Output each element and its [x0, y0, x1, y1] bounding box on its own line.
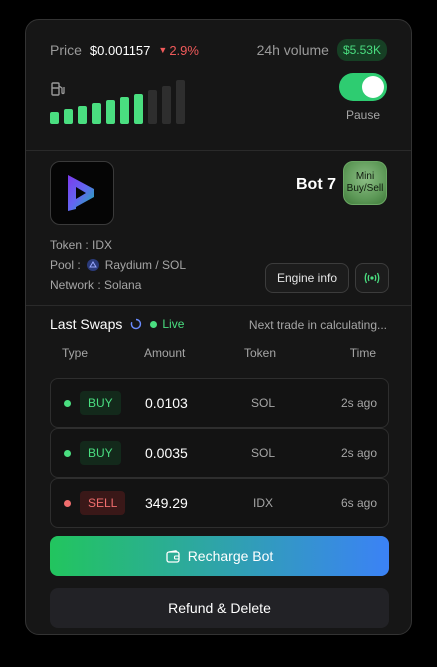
pool-value: Raydium / SOL [104, 258, 187, 272]
gas-level-bar [92, 103, 101, 124]
engine-info-button[interactable]: Engine info [265, 263, 349, 293]
live-indicator: Live [150, 317, 184, 331]
pause-label: Pause [345, 108, 381, 122]
pause-toggle[interactable] [339, 73, 387, 101]
pool-label: Pool : [50, 258, 81, 272]
toggle-knob [362, 76, 384, 98]
swap-token: SOL [250, 446, 275, 460]
status-dot [64, 450, 71, 457]
swap-time: 2s ago [340, 396, 377, 410]
gas-level-bar [148, 90, 157, 124]
gas-level-bars [50, 80, 200, 124]
divider [26, 305, 411, 306]
swap-time: 6s ago [340, 496, 377, 510]
gas-level-bar [78, 106, 87, 124]
status-dot [64, 400, 71, 407]
token-line: Token : IDX [50, 238, 113, 252]
token-logo [50, 161, 114, 225]
refund-delete-button[interactable]: Refund & Delete [50, 588, 389, 628]
swap-token: IDX [252, 496, 273, 510]
price-change-value: 2.9% [169, 42, 199, 58]
swap-amount: 0.0103 [145, 395, 188, 411]
swap-token: SOL [250, 396, 275, 410]
divider [26, 150, 411, 151]
gas-level-bar [134, 94, 143, 124]
live-label: Live [162, 317, 185, 331]
price-change: ▼ 2.9% [158, 43, 199, 58]
volume-group: 24h volume $5.53K [257, 39, 387, 61]
dexter-logo [68, 175, 94, 211]
price-label: Price [50, 42, 82, 58]
signal-button[interactable] [355, 263, 389, 293]
broadcast-icon [364, 272, 380, 284]
swap-type-badge: SELL [80, 491, 126, 515]
recharge-bot-button[interactable]: Recharge Bot [50, 536, 389, 576]
swap-type-badge: BUY [80, 391, 121, 415]
swaps-title: Last Swaps [50, 316, 123, 332]
column-header-type: Type [62, 346, 89, 360]
recharge-label: Recharge Bot [187, 548, 274, 564]
gas-level-bar [106, 100, 115, 124]
column-header-token: Token [244, 346, 277, 360]
network-line: Network : Solana [50, 278, 142, 292]
swaps-header: Last Swaps Live [50, 316, 184, 332]
volume-badge: $5.53K [336, 39, 387, 61]
wallet-icon [166, 549, 180, 563]
swap-type-badge: BUY [80, 441, 121, 465]
swap-time: 2s ago [340, 446, 377, 460]
swap-row: SELL 349.29 IDX 6s ago [50, 478, 389, 528]
bot-type-badge: Mini Buy/Sell [343, 161, 387, 205]
status-dot [64, 500, 71, 507]
volume-label: 24h volume [256, 42, 329, 58]
next-trade-status: Next trade in calculating... [248, 318, 387, 332]
down-triangle-icon: ▼ [158, 45, 168, 55]
swap-row: BUY 0.0103 SOL 2s ago [50, 378, 389, 428]
refresh-icon[interactable] [130, 318, 142, 330]
bot-card: Price $0.001157 ▼ 2.9% 24h volume $5.53K… [25, 19, 412, 635]
gas-level-bar [64, 109, 73, 124]
pool-line: Pool : Raydium / SOL [50, 258, 186, 272]
swap-amount: 349.29 [145, 495, 188, 511]
gas-level-bar [50, 112, 59, 124]
price-value: $0.001157 [89, 42, 151, 58]
price-row: Price $0.001157 ▼ 2.9% 24h volume $5.53K [50, 39, 387, 61]
gas-level-bar [120, 97, 129, 124]
raydium-icon [86, 259, 99, 271]
live-dot [150, 320, 158, 328]
swap-amount: 0.0035 [145, 445, 188, 461]
column-header-time: Time [349, 346, 376, 360]
gas-level-bar [162, 86, 171, 124]
column-header-amount: Amount [144, 346, 186, 360]
price-group: Price $0.001157 ▼ 2.9% [50, 42, 199, 58]
bot-name: Bot 7 [296, 176, 336, 193]
gas-level-bar [176, 80, 185, 124]
swap-row: BUY 0.0035 SOL 2s ago [50, 428, 389, 478]
